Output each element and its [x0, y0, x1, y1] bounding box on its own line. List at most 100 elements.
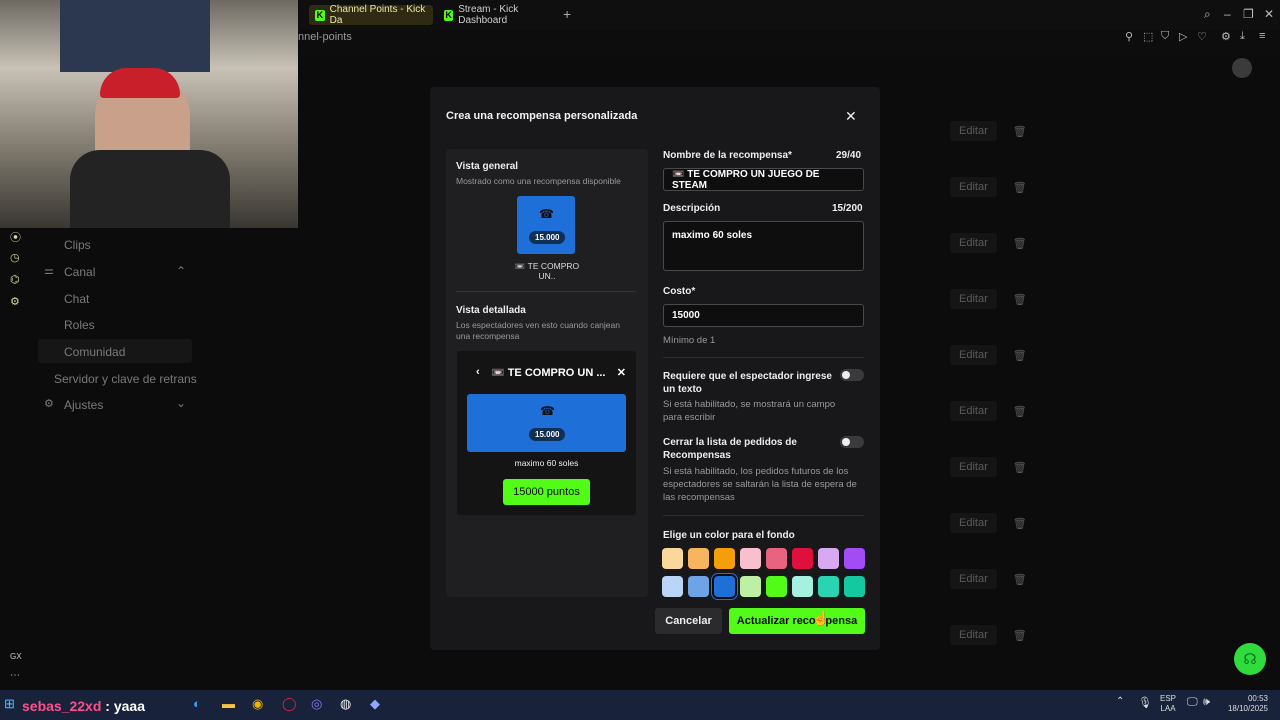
- network-icon[interactable]: 🖵: [1187, 696, 1198, 709]
- color-swatch[interactable]: [844, 548, 865, 569]
- trash-icon[interactable]: 🗑: [1013, 125, 1027, 138]
- browser-tab-channel-points[interactable]: K Channel Points - Kick Da: [309, 4, 433, 26]
- volume-icon[interactable]: 🕪: [1203, 696, 1210, 709]
- chevron-down-icon[interactable]: ⌄: [176, 396, 186, 410]
- chrome-icon[interactable]: ◉: [252, 696, 263, 712]
- sidebar-item-stream-key[interactable]: Servidor y clave de retrans: [54, 372, 197, 386]
- edit-button[interactable]: Editar: [950, 345, 997, 365]
- screenshot-icon[interactable]: ⬚: [1143, 30, 1153, 43]
- color-swatch[interactable]: [714, 548, 735, 569]
- reward-row-actions: Editar 🗑: [950, 400, 1034, 422]
- color-swatch[interactable]: [792, 576, 813, 597]
- sidebar-item-clips[interactable]: Clips: [64, 238, 91, 252]
- microphone-icon[interactable]: 🎙: [1138, 696, 1152, 709]
- edit-button[interactable]: Editar: [950, 289, 997, 309]
- back-chevron-icon[interactable]: ‹: [476, 366, 480, 379]
- clock-icon[interactable]: ◷: [10, 251, 20, 264]
- app-icon[interactable]: ◆: [370, 696, 380, 712]
- edit-button[interactable]: Editar: [950, 457, 997, 477]
- trash-icon[interactable]: 🗑: [1013, 237, 1027, 250]
- require-text-toggle[interactable]: [840, 369, 864, 381]
- heart-icon[interactable]: ♡: [1197, 30, 1207, 43]
- trash-icon[interactable]: 🗑: [1013, 573, 1027, 586]
- trash-icon[interactable]: 🗑: [1013, 629, 1027, 642]
- trash-icon[interactable]: 🗑: [1013, 461, 1027, 474]
- edit-button[interactable]: Editar: [950, 233, 997, 253]
- user-avatar[interactable]: [1232, 58, 1252, 78]
- color-swatch[interactable]: [792, 548, 813, 569]
- color-swatch[interactable]: [662, 576, 683, 597]
- color-swatch[interactable]: [740, 548, 761, 569]
- tray-chevron-icon[interactable]: ⌃: [1116, 696, 1124, 707]
- settings-icon[interactable]: ⚙: [10, 295, 20, 308]
- color-swatch[interactable]: [818, 548, 839, 569]
- minimize-icon[interactable]: –: [1224, 7, 1231, 21]
- download-icon[interactable]: ⤓: [1240, 30, 1245, 43]
- browser-tab-stream[interactable]: K Stream - Kick Dashboard: [438, 4, 558, 26]
- reward-row-actions: Editar 🗑: [950, 288, 1034, 310]
- require-text-label: Requiere que el espectador ingrese un te…: [663, 371, 832, 395]
- color-swatch[interactable]: [688, 576, 709, 597]
- color-swatch[interactable]: [844, 576, 865, 597]
- edit-button[interactable]: Editar: [950, 569, 997, 589]
- trash-icon[interactable]: 🗑: [1013, 293, 1027, 306]
- shield-icon[interactable]: ⛉: [1161, 30, 1169, 43]
- divider: [456, 291, 636, 292]
- trash-icon[interactable]: 🗑: [1013, 349, 1027, 362]
- new-tab-plus-icon[interactable]: +: [563, 6, 571, 22]
- url-text: nnel-points: [298, 31, 352, 43]
- edge-icon[interactable]: ◐: [193, 696, 201, 711]
- edit-button[interactable]: Editar: [950, 177, 997, 197]
- more-dots-icon[interactable]: ⋯: [10, 670, 20, 681]
- extensions-icon[interactable]: ⚙: [1221, 30, 1231, 43]
- trash-icon[interactable]: 🗑: [1013, 405, 1027, 418]
- opera-icon[interactable]: ◯: [282, 696, 297, 712]
- update-reward-button[interactable]: Actualizar recompensa: [729, 608, 865, 634]
- close-window-icon[interactable]: ✕: [1264, 7, 1274, 21]
- edit-button[interactable]: Editar: [950, 121, 997, 141]
- play-circle-icon[interactable]: ⦿: [10, 229, 21, 245]
- close-icon[interactable]: ✕: [617, 366, 626, 379]
- restore-icon[interactable]: ❐: [1243, 7, 1254, 21]
- input-language[interactable]: ESP LAA: [1160, 694, 1176, 714]
- obs-icon[interactable]: ◍: [340, 696, 351, 712]
- close-icon[interactable]: ✕: [845, 108, 857, 125]
- lang-code: ESP: [1160, 694, 1177, 703]
- taskbar-clock[interactable]: 00:53 18/10/2025: [1222, 694, 1268, 714]
- pin-icon[interactable]: ⚲: [1125, 30, 1133, 43]
- red-cap: [100, 68, 180, 98]
- description-textarea[interactable]: maximo 60 soles: [663, 221, 864, 271]
- color-swatch[interactable]: [662, 548, 683, 569]
- edit-button[interactable]: Editar: [950, 625, 997, 645]
- reward-name-preview: 📼 TE COMPRO UN..: [514, 261, 580, 281]
- support-chat-icon[interactable]: ☊: [1234, 643, 1266, 675]
- color-swatch[interactable]: [818, 576, 839, 597]
- cancel-button[interactable]: Cancelar: [655, 608, 722, 634]
- sidebar-item-ajustes[interactable]: Ajustes: [64, 398, 103, 412]
- search-icon[interactable]: ⌕: [1204, 7, 1211, 22]
- edit-button[interactable]: Editar: [950, 401, 997, 421]
- folder-icon[interactable]: ▬: [222, 696, 235, 711]
- play-icon[interactable]: ▷: [1179, 30, 1187, 43]
- sidebar-item-roles[interactable]: Roles: [64, 318, 95, 332]
- reward-name-input[interactable]: 📼 TE COMPRO UN JUEGO DE STEAM: [663, 168, 864, 191]
- edit-button[interactable]: Editar: [950, 513, 997, 533]
- color-swatch[interactable]: [766, 548, 787, 569]
- windows-start-icon[interactable]: ⊞: [4, 696, 15, 712]
- sidebar-item-canal[interactable]: Canal: [64, 265, 95, 279]
- sidebar-item-comunidad[interactable]: Comunidad: [64, 345, 125, 359]
- sidebar-item-chat[interactable]: Chat: [64, 292, 89, 306]
- color-swatch-selected[interactable]: [712, 574, 737, 599]
- cost-input[interactable]: 15000: [663, 304, 864, 327]
- color-swatch[interactable]: [688, 548, 709, 569]
- skip-queue-toggle[interactable]: [840, 436, 864, 448]
- color-swatch[interactable]: [766, 576, 787, 597]
- discord-icon[interactable]: ◎: [311, 696, 322, 712]
- color-swatch[interactable]: [740, 576, 761, 597]
- chevron-up-icon[interactable]: ⌃: [176, 264, 186, 278]
- redeem-points-button[interactable]: 15000 puntos: [503, 479, 590, 505]
- trash-icon[interactable]: 🗑: [1013, 181, 1027, 194]
- menu-icon[interactable]: ≡: [1259, 30, 1265, 42]
- trash-icon[interactable]: 🗑: [1013, 517, 1027, 530]
- chat-bubbles-icon[interactable]: ⌬: [10, 273, 20, 286]
